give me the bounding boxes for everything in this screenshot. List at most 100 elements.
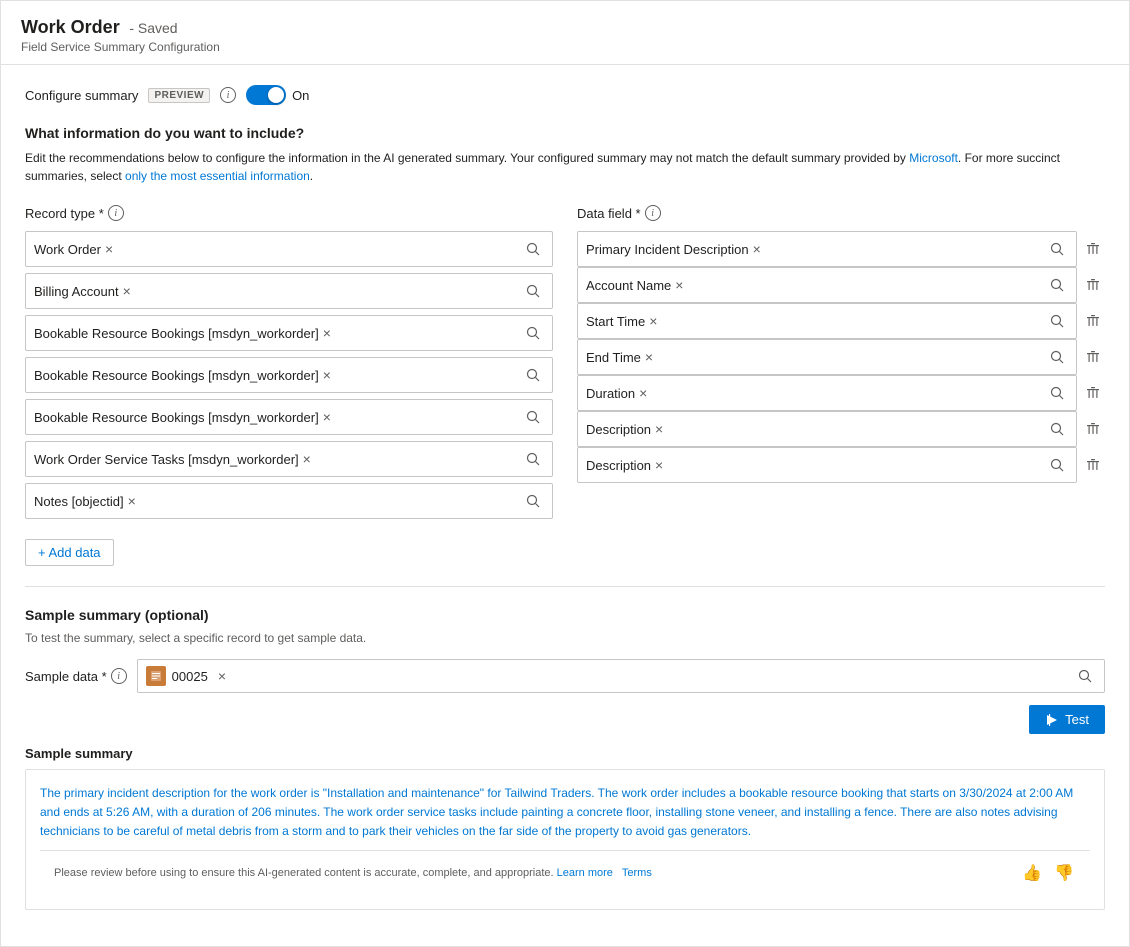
what-info-title: What information do you want to include? (25, 125, 1105, 141)
record-type-input-6[interactable]: Notes [objectid] × (25, 483, 553, 519)
data-field-search-0[interactable] (1046, 238, 1068, 260)
data-field-input-3[interactable]: End Time × (577, 339, 1077, 375)
learn-more-link[interactable]: Learn more (557, 867, 613, 879)
record-type-column: Record type * i Work Order × (25, 205, 553, 525)
data-field-delete-0[interactable] (1081, 237, 1105, 261)
summary-toggle[interactable] (246, 85, 286, 105)
data-field-delete-4[interactable] (1081, 381, 1105, 405)
data-field-input-4[interactable]: Duration × (577, 375, 1077, 411)
test-button[interactable]: Test (1029, 705, 1105, 734)
record-type-input-2[interactable]: Bookable Resource Bookings [msdyn_workor… (25, 315, 553, 351)
data-field-search-5[interactable] (1046, 418, 1068, 440)
data-field-close-2[interactable]: × (649, 314, 657, 328)
data-field-search-4[interactable] (1046, 382, 1068, 404)
configure-label: Configure summary (25, 88, 138, 103)
data-field-row-2: Start Time × (577, 303, 1105, 339)
data-field-close-1[interactable]: × (675, 278, 683, 292)
sample-data-search[interactable] (1074, 665, 1096, 687)
data-field-close-5[interactable]: × (655, 422, 663, 436)
data-field-search-6[interactable] (1046, 454, 1068, 476)
data-field-search-1[interactable] (1046, 274, 1068, 296)
record-type-input-0[interactable]: Work Order × (25, 231, 553, 267)
sample-data-info-icon[interactable]: i (111, 668, 127, 684)
test-icon (1045, 713, 1059, 727)
data-field-input-2[interactable]: Start Time × (577, 303, 1077, 339)
data-field-delete-3[interactable] (1081, 345, 1105, 369)
data-field-tag-6: Description × (586, 458, 663, 473)
terms-link[interactable]: Terms (622, 867, 652, 879)
data-field-delete-5[interactable] (1081, 417, 1105, 441)
data-field-row-6: Description × (577, 447, 1105, 483)
data-field-search-3[interactable] (1046, 346, 1068, 368)
data-field-tag-5: Description × (586, 422, 663, 437)
microsoft-link[interactable]: Microsoft (909, 151, 958, 165)
record-type-input-1[interactable]: Billing Account × (25, 273, 553, 309)
data-field-close-4[interactable]: × (639, 386, 647, 400)
data-field-delete-6[interactable] (1081, 453, 1105, 477)
data-field-column: Data field * i Primary Incident Descript… (577, 205, 1105, 525)
record-type-close-4[interactable]: × (323, 410, 331, 424)
data-field-input-1[interactable]: Account Name × (577, 267, 1077, 303)
data-field-info-icon[interactable]: i (645, 205, 661, 221)
record-type-tag-6: Notes [objectid] × (34, 494, 136, 509)
record-type-close-0[interactable]: × (105, 242, 113, 256)
data-field-input-0[interactable]: Primary Incident Description × (577, 231, 1077, 267)
page-title: Work Order (21, 17, 120, 37)
data-field-row-5: Description × (577, 411, 1105, 447)
data-field-close-0[interactable]: × (753, 242, 761, 256)
sample-record-value: 00025 (172, 669, 208, 684)
record-type-input-5[interactable]: Work Order Service Tasks [msdyn_workorde… (25, 441, 553, 477)
data-field-search-2[interactable] (1046, 310, 1068, 332)
data-field-tag-4: Duration × (586, 386, 647, 401)
toggle-container: On (246, 85, 309, 105)
configure-row: Configure summary PREVIEW i On (25, 85, 1105, 105)
record-type-search-3[interactable] (522, 364, 544, 386)
data-field-row-0: Primary Incident Description × (577, 231, 1105, 267)
record-type-search-0[interactable] (522, 238, 544, 260)
record-type-search-2[interactable] (522, 322, 544, 344)
record-type-search-4[interactable] (522, 406, 544, 428)
record-type-close-3[interactable]: × (323, 368, 331, 382)
record-type-tag-1: Billing Account × (34, 284, 131, 299)
record-type-input-4[interactable]: Bookable Resource Bookings [msdyn_workor… (25, 399, 553, 435)
data-field-header: Data field * i (577, 205, 1105, 221)
sample-data-input[interactable]: 00025 × (137, 659, 1105, 693)
sample-summary-info: To test the summary, select a specific r… (25, 631, 1105, 645)
sample-summary-title: Sample summary (25, 746, 1105, 761)
toggle-state: On (292, 88, 309, 103)
data-field-delete-2[interactable] (1081, 309, 1105, 333)
add-data-button[interactable]: + Add data (25, 539, 114, 566)
record-type-close-1[interactable]: × (123, 284, 131, 298)
saved-label: - Saved (129, 20, 177, 36)
record-type-close-6[interactable]: × (128, 494, 136, 508)
record-type-tag-4: Bookable Resource Bookings [msdyn_workor… (34, 410, 331, 425)
record-type-close-2[interactable]: × (323, 326, 331, 340)
record-type-search-1[interactable] (522, 280, 544, 302)
configure-info-icon[interactable]: i (220, 87, 236, 103)
record-row-6: Notes [objectid] × (25, 483, 553, 519)
record-type-tag-3: Bookable Resource Bookings [msdyn_workor… (34, 368, 331, 383)
data-field-close-3[interactable]: × (645, 350, 653, 364)
record-type-header: Record type * i (25, 205, 553, 221)
sample-data-label: Sample data * i (25, 668, 127, 684)
main-content: Configure summary PREVIEW i On What info… (1, 65, 1129, 930)
record-type-close-5[interactable]: × (303, 452, 311, 466)
data-field-input-5[interactable]: Description × (577, 411, 1077, 447)
data-field-delete-1[interactable] (1081, 273, 1105, 297)
data-field-input-6[interactable]: Description × (577, 447, 1077, 483)
record-type-input-3[interactable]: Bookable Resource Bookings [msdyn_workor… (25, 357, 553, 393)
data-field-close-6[interactable]: × (655, 458, 663, 472)
data-field-tag-0: Primary Incident Description × (586, 242, 761, 257)
thumbs-up-button[interactable]: 👍 (1020, 861, 1044, 885)
record-type-tag-0: Work Order × (34, 242, 113, 257)
record-type-search-5[interactable] (522, 448, 544, 470)
record-row-4: Bookable Resource Bookings [msdyn_workor… (25, 399, 553, 435)
what-info-description: Edit the recommendations below to config… (25, 149, 1105, 185)
record-type-info-icon[interactable]: i (108, 205, 124, 221)
sample-record-close[interactable]: × (218, 669, 226, 683)
test-button-row: Test (25, 705, 1105, 734)
record-row-5: Work Order Service Tasks [msdyn_workorde… (25, 441, 553, 477)
thumbs-down-button[interactable]: 👎 (1052, 861, 1076, 885)
essential-info-link[interactable]: only the most essential information (125, 169, 310, 183)
record-type-search-6[interactable] (522, 490, 544, 512)
